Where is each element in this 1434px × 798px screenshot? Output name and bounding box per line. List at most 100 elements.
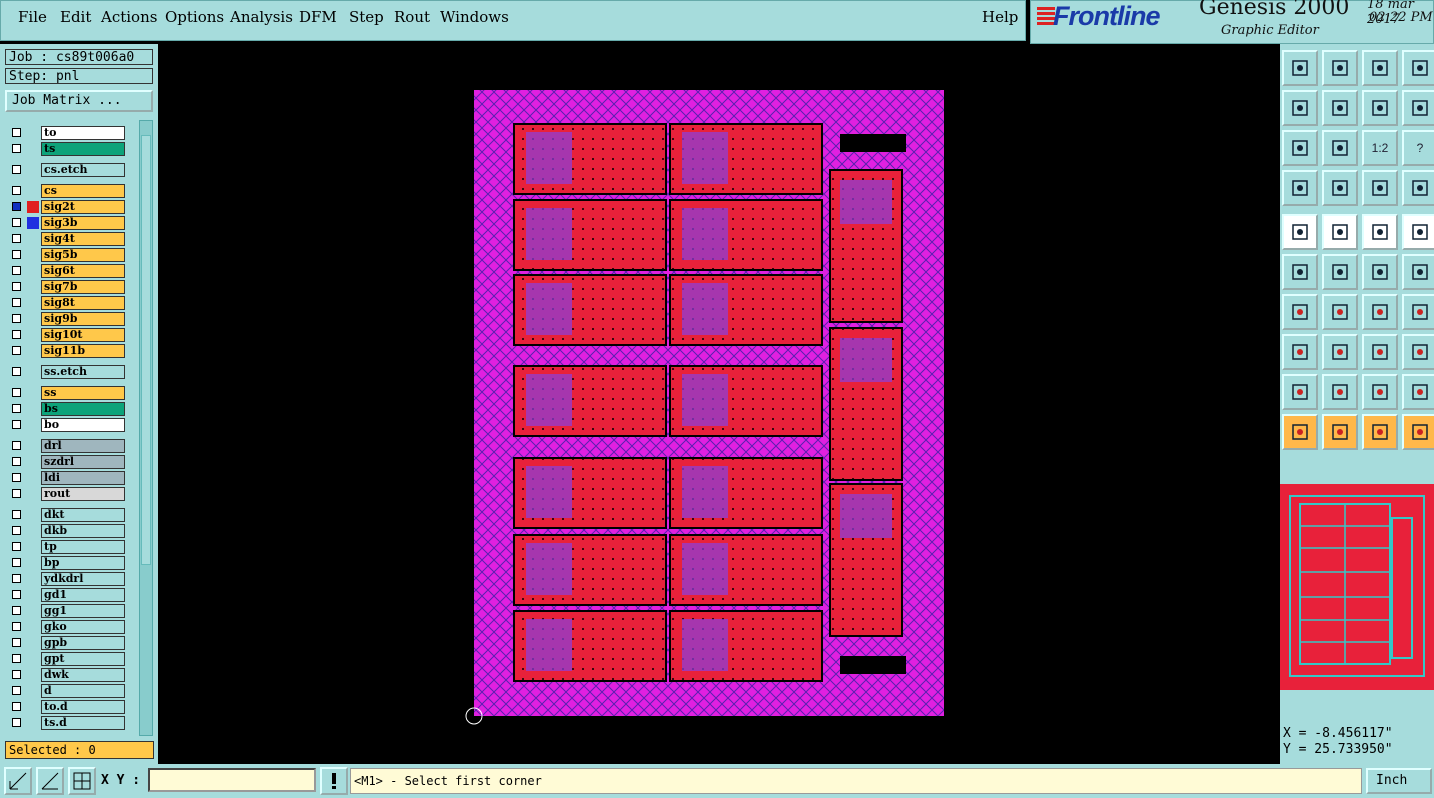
layer-row[interactable]: bs: [5, 401, 127, 417]
layer-row[interactable]: tp: [5, 539, 127, 555]
layer-name[interactable]: d: [41, 684, 125, 698]
toolbar-button-5-0[interactable]: [1282, 254, 1318, 290]
layer-name[interactable]: dkb: [41, 524, 125, 538]
layer-checkbox[interactable]: [12, 558, 21, 567]
toolbar-button-1-2[interactable]: [1362, 90, 1398, 126]
layer-checkbox[interactable]: [12, 367, 21, 376]
layer-scrollbar[interactable]: [139, 120, 153, 736]
toolbar-button-9-2[interactable]: [1362, 414, 1398, 450]
layer-checkbox[interactable]: [12, 218, 21, 227]
layer-name[interactable]: gpb: [41, 636, 125, 650]
toolbar-button-0-2[interactable]: [1362, 50, 1398, 86]
layer-checkbox[interactable]: [12, 542, 21, 551]
menu-options[interactable]: Options: [165, 8, 224, 26]
layer-row[interactable]: ss: [5, 385, 127, 401]
layer-checkbox[interactable]: [12, 654, 21, 663]
layer-checkbox[interactable]: [12, 526, 21, 535]
layer-name[interactable]: dwk: [41, 668, 125, 682]
layer-row[interactable]: bp: [5, 555, 127, 571]
toolbar-button-8-1[interactable]: [1322, 374, 1358, 410]
toolbar-button-9-3[interactable]: [1402, 414, 1434, 450]
layer-name[interactable]: bo: [41, 418, 125, 432]
layer-name[interactable]: sig4t: [41, 232, 125, 246]
layer-name[interactable]: gg1: [41, 604, 125, 618]
toolbar-button-0-0[interactable]: [1282, 50, 1318, 86]
layer-row[interactable]: sig6t: [5, 263, 127, 279]
toolbar-button-2-1[interactable]: [1322, 130, 1358, 166]
toolbar-button-0-3[interactable]: [1402, 50, 1434, 86]
layer-checkbox[interactable]: [12, 298, 21, 307]
layer-name[interactable]: sig6t: [41, 264, 125, 278]
toolbar-button-7-2[interactable]: [1362, 334, 1398, 370]
layer-name[interactable]: ldi: [41, 471, 125, 485]
layer-checkbox[interactable]: [12, 144, 21, 153]
layer-name[interactable]: to.d: [41, 700, 125, 714]
toolbar-button-4-2[interactable]: [1362, 214, 1398, 250]
toolbar-button-0-1[interactable]: [1322, 50, 1358, 86]
layer-name[interactable]: cs.etch: [41, 163, 125, 177]
toolbar-button-4-3[interactable]: [1402, 214, 1434, 250]
graphic-canvas[interactable]: [158, 44, 1278, 764]
layer-name[interactable]: sig10t: [41, 328, 125, 342]
menu-dfm[interactable]: DFM: [299, 8, 337, 26]
layer-checkbox[interactable]: [12, 574, 21, 583]
layer-checkbox[interactable]: [12, 489, 21, 498]
layer-checkbox[interactable]: [12, 702, 21, 711]
layer-name[interactable]: rout: [41, 487, 125, 501]
snap-tool-button[interactable]: [4, 767, 32, 795]
toolbar-button-2-2[interactable]: 1:2: [1362, 130, 1398, 166]
menu-rout[interactable]: Rout: [394, 8, 430, 26]
toolbar-button-5-2[interactable]: [1362, 254, 1398, 290]
toolbar-button-6-0[interactable]: [1282, 294, 1318, 330]
toolbar-button-2-0[interactable]: [1282, 130, 1318, 166]
menu-actions[interactable]: Actions: [101, 8, 157, 26]
layer-row[interactable]: to.d: [5, 699, 127, 715]
menu-windows[interactable]: Windows: [440, 8, 509, 26]
layer-checkbox[interactable]: [12, 686, 21, 695]
layer-row[interactable]: ydkdrl: [5, 571, 127, 587]
scroll-thumb[interactable]: [141, 135, 151, 565]
toolbar-button-8-0[interactable]: [1282, 374, 1318, 410]
layer-row[interactable]: bo: [5, 417, 127, 433]
layer-row[interactable]: to: [5, 125, 127, 141]
toolbar-button-1-1[interactable]: [1322, 90, 1358, 126]
toolbar-button-3-3[interactable]: [1402, 170, 1434, 206]
toolbar-button-3-2[interactable]: [1362, 170, 1398, 206]
layer-row[interactable]: dkb: [5, 523, 127, 539]
toolbar-button-7-3[interactable]: [1402, 334, 1434, 370]
layer-checkbox[interactable]: [12, 346, 21, 355]
layer-row[interactable]: sig9b: [5, 311, 127, 327]
layer-checkbox[interactable]: [12, 670, 21, 679]
layer-checkbox[interactable]: [12, 404, 21, 413]
overview-map[interactable]: [1280, 484, 1434, 690]
layer-row[interactable]: ts.d: [5, 715, 127, 731]
layer-name[interactable]: bs: [41, 402, 125, 416]
layer-checkbox[interactable]: [12, 128, 21, 137]
layer-checkbox[interactable]: [12, 510, 21, 519]
menu-file[interactable]: File: [18, 8, 47, 26]
layer-checkbox[interactable]: [12, 234, 21, 243]
menu-step[interactable]: Step: [349, 8, 384, 26]
layer-name[interactable]: sig2t: [41, 200, 125, 214]
layer-row[interactable]: d: [5, 683, 127, 699]
layer-row[interactable]: cs: [5, 183, 127, 199]
layer-name[interactable]: gd1: [41, 588, 125, 602]
units-select[interactable]: Inch: [1366, 768, 1432, 794]
layer-checkbox[interactable]: [12, 186, 21, 195]
layer-checkbox[interactable]: [12, 282, 21, 291]
layer-row[interactable]: dwk: [5, 667, 127, 683]
layer-row[interactable]: ss.etch: [5, 364, 127, 380]
layer-checkbox[interactable]: [12, 441, 21, 450]
layer-checkbox[interactable]: [12, 590, 21, 599]
toolbar-button-5-1[interactable]: [1322, 254, 1358, 290]
layer-row[interactable]: dkt: [5, 507, 127, 523]
layer-name[interactable]: bp: [41, 556, 125, 570]
layer-row[interactable]: sig7b: [5, 279, 127, 295]
pcb-panel-drawing[interactable]: [158, 44, 1278, 764]
layer-checkbox[interactable]: [12, 266, 21, 275]
measure-tool-button[interactable]: [36, 767, 64, 795]
layer-name[interactable]: drl: [41, 439, 125, 453]
layer-name[interactable]: cs: [41, 184, 125, 198]
toolbar-button-8-3[interactable]: [1402, 374, 1434, 410]
toolbar-button-6-3[interactable]: [1402, 294, 1434, 330]
